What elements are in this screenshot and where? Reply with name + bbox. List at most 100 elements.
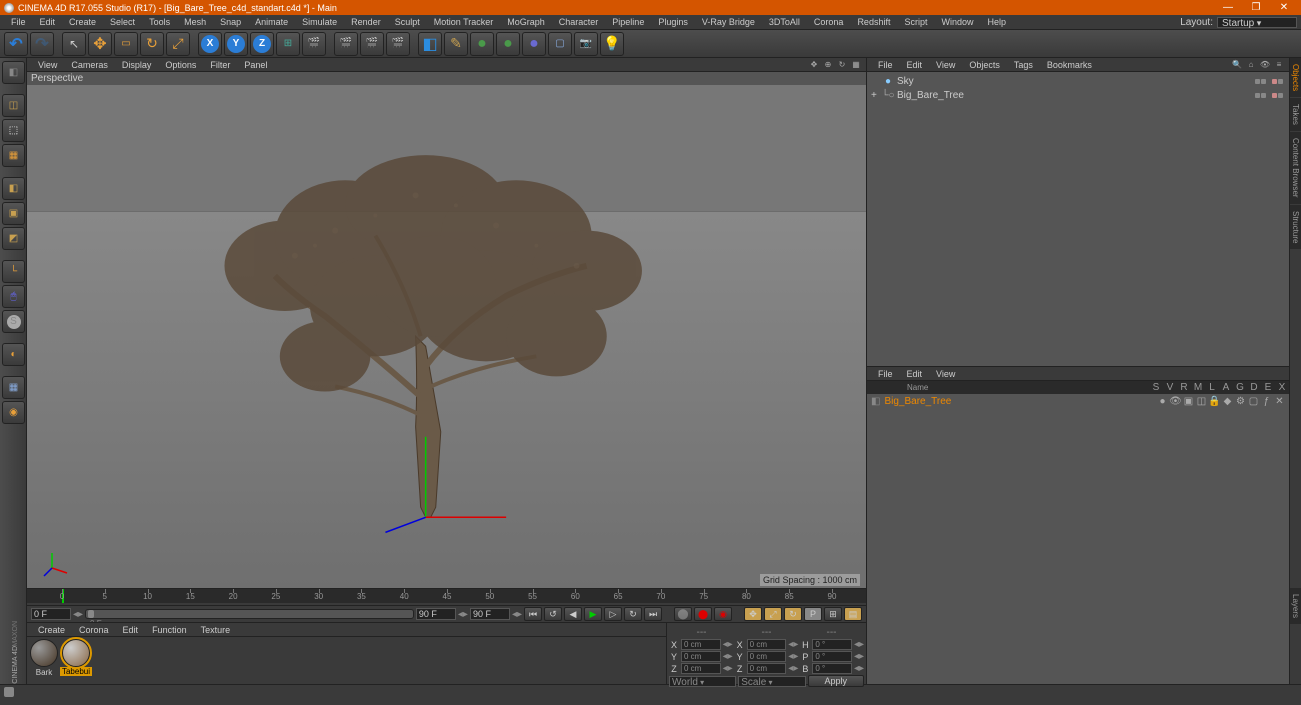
pla-key-button[interactable]: ⊞ <box>824 607 842 621</box>
frame-slider[interactable]: 0 F <box>85 609 414 619</box>
obj-menu-bookmarks[interactable]: Bookmarks <box>1040 60 1099 70</box>
coord-mode-dropdown[interactable]: World ▾ <box>669 676 736 687</box>
menu-edit[interactable]: Edit <box>33 17 63 27</box>
vp-menu-options[interactable]: Options <box>158 60 203 70</box>
make-editable-button[interactable]: ◧ <box>2 61 25 84</box>
object-sky[interactable]: ●Sky <box>869 74 1287 88</box>
menu-mograph[interactable]: MoGraph <box>500 17 552 27</box>
cube-primitive-button[interactable] <box>418 32 442 56</box>
xref-icon[interactable]: ✕ <box>1274 396 1285 407</box>
model-button[interactable]: ▣ <box>2 202 25 225</box>
obj-home-icon[interactable]: ⌂ <box>1245 60 1257 70</box>
coord-z[interactable]: 0 cm <box>681 663 721 674</box>
size-y[interactable]: 0 cm <box>747 651 787 662</box>
z-axis-lock[interactable]: Z <box>250 32 274 56</box>
menu-snap[interactable]: Snap <box>213 17 248 27</box>
frame-end-display[interactable]: 90 F <box>416 608 456 620</box>
lock-icon[interactable]: 🔒 <box>1209 396 1220 407</box>
menu-script[interactable]: Script <box>897 17 934 27</box>
y-axis-lock[interactable]: Y <box>224 32 248 56</box>
menu-animate[interactable]: Animate <box>248 17 295 27</box>
menu-mesh[interactable]: Mesh <box>177 17 213 27</box>
deform-icon[interactable]: ▢ <box>1248 396 1259 407</box>
obj-search-icon[interactable]: 🔍 <box>1231 60 1243 70</box>
nav-gizmo[interactable] <box>42 548 72 578</box>
rot-b[interactable]: 0 ° <box>812 663 852 674</box>
menu-create[interactable]: Create <box>62 17 103 27</box>
tab-content-browser[interactable]: Content Browser <box>1290 132 1301 204</box>
obj-menu-view[interactable]: View <box>929 60 962 70</box>
maximize-button[interactable]: ❐ <box>1243 1 1269 14</box>
menu-tools[interactable]: Tools <box>142 17 177 27</box>
undo-button[interactable]: ↶ <box>4 32 28 56</box>
goto-end-button[interactable]: ⏭ <box>644 607 662 621</box>
menu-help[interactable]: Help <box>981 17 1014 27</box>
menu-motion-tracker[interactable]: Motion Tracker <box>427 17 501 27</box>
subdivision-button[interactable] <box>470 32 494 56</box>
solo-icon[interactable]: ● <box>1157 396 1168 407</box>
texture-mode-button[interactable]: ⬚ <box>2 119 25 142</box>
keyframe-button[interactable]: ◉ <box>714 607 732 621</box>
anim-icon[interactable]: ◆ <box>1222 396 1233 407</box>
menu-redshift[interactable]: Redshift <box>850 17 897 27</box>
rot-h[interactable]: 0 ° <box>812 639 852 650</box>
timeline[interactable]: 051015202530354045505560657075808590 <box>27 588 866 606</box>
spline-pen-button[interactable] <box>444 32 468 56</box>
apply-button[interactable]: Apply <box>808 675 865 687</box>
rectangle-tool[interactable]: ▭ <box>114 32 138 56</box>
vp-menu-filter[interactable]: Filter <box>203 60 237 70</box>
prev-frame-button[interactable]: ◀ <box>564 607 582 621</box>
rotate-tool[interactable] <box>140 32 164 56</box>
obj-eye-icon[interactable]: 👁 <box>1259 60 1271 70</box>
render-active-button[interactable]: 🎬 <box>334 32 358 56</box>
material-bark[interactable]: Bark <box>29 639 59 677</box>
menu-sculpt[interactable]: Sculpt <box>388 17 427 27</box>
vp-menu-view[interactable]: View <box>31 60 64 70</box>
view-icon[interactable]: 👁 <box>1170 396 1181 407</box>
next-frame-button[interactable]: ▷ <box>604 607 622 621</box>
menu-select[interactable]: Select <box>103 17 142 27</box>
scale-key-button[interactable]: ⤢ <box>764 607 782 621</box>
attr-menu-view[interactable]: View <box>929 369 962 379</box>
render-settings-button[interactable]: 🎬 <box>386 32 410 56</box>
mat-menu-create[interactable]: Create <box>31 625 72 635</box>
rot-p[interactable]: 0 ° <box>812 651 852 662</box>
menu-character[interactable]: Character <box>552 17 606 27</box>
attr-menu-file[interactable]: File <box>871 369 900 379</box>
object-tree[interactable]: ●Sky+└○Big_Bare_Tree <box>867 72 1289 367</box>
material-tabebui[interactable]: Tabebui <box>61 639 91 677</box>
vp-toggle-icon[interactable]: ▦ <box>850 60 862 70</box>
tab-objects[interactable]: Objects <box>1290 58 1301 97</box>
coord-y[interactable]: 0 cm <box>681 651 721 662</box>
bend-button[interactable] <box>522 32 546 56</box>
coord-system-button[interactable]: ⊞ <box>276 32 300 56</box>
model-mode-button[interactable]: ◫ <box>2 94 25 117</box>
close-button[interactable]: ✕ <box>1271 1 1297 14</box>
obj-menu-tags[interactable]: Tags <box>1007 60 1040 70</box>
x-axis-lock[interactable]: X <box>198 32 222 56</box>
expand-icon[interactable]: + <box>871 90 879 101</box>
render-icon[interactable]: ▣ <box>1183 396 1194 407</box>
record-button[interactable]: ⬤ <box>674 607 692 621</box>
object-big_bare_tree[interactable]: +└○Big_Bare_Tree <box>869 88 1287 102</box>
mouse-mode-button[interactable]: 🖱 <box>2 285 25 308</box>
obj-menu-file[interactable]: File <box>871 60 900 70</box>
manager-icon[interactable]: ◫ <box>1196 396 1207 407</box>
mat-menu-edit[interactable]: Edit <box>116 625 146 635</box>
rot-key-button[interactable]: ↻ <box>784 607 802 621</box>
tab-takes[interactable]: Takes <box>1290 98 1301 131</box>
gen-icon[interactable]: ⚙ <box>1235 396 1246 407</box>
workplane-mode-button[interactable]: ◐ <box>2 343 25 366</box>
vp-nav-zoom-icon[interactable]: ⊕ <box>822 60 834 70</box>
render-view-button[interactable]: 🎬 <box>302 32 326 56</box>
autokey-button[interactable]: ⬤ <box>694 607 712 621</box>
attr-menu-edit[interactable]: Edit <box>900 369 930 379</box>
vp-menu-panel[interactable]: Panel <box>237 60 274 70</box>
object-axis-button[interactable]: ◩ <box>2 227 25 250</box>
tab-layers[interactable]: Layers <box>1290 588 1301 624</box>
snap-button[interactable]: S <box>2 310 25 333</box>
obj-menu-objects[interactable]: Objects <box>962 60 1007 70</box>
redo-button[interactable]: ↷ <box>30 32 54 56</box>
menu-plugins[interactable]: Plugins <box>651 17 695 27</box>
param-key-button[interactable]: P <box>804 607 822 621</box>
